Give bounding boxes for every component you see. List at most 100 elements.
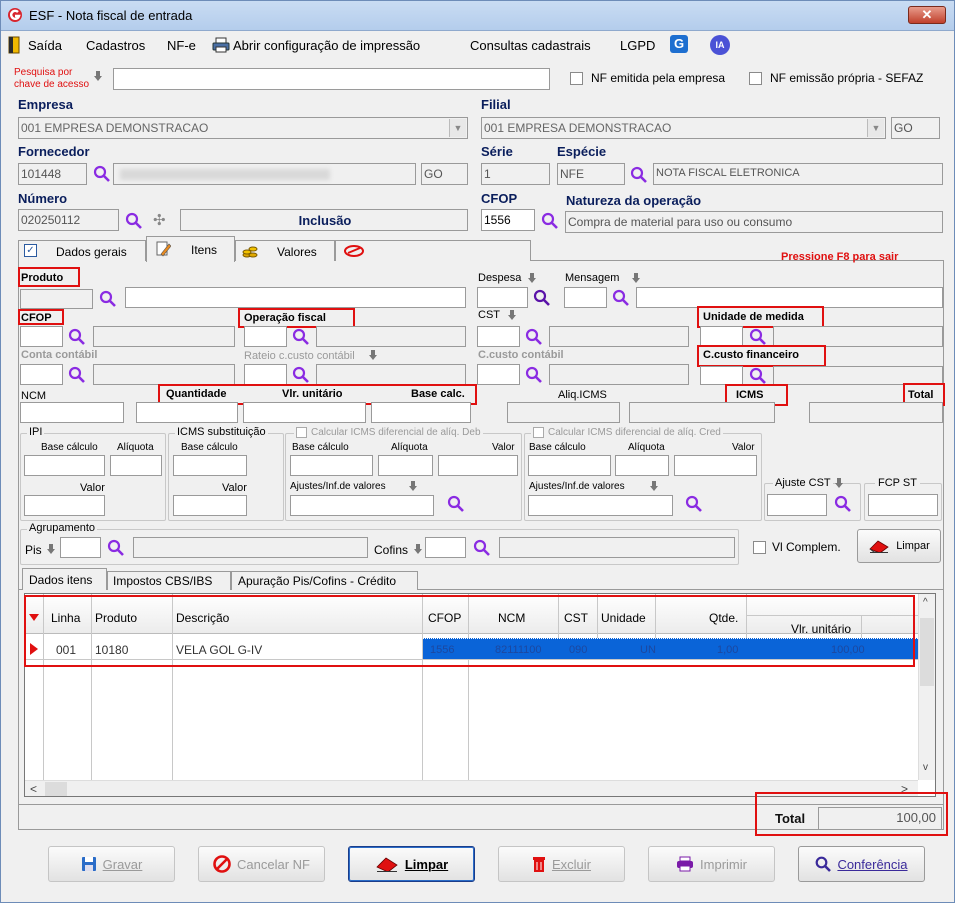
cfop-field[interactable]: 1556 (481, 209, 535, 231)
imprimir-button[interactable]: Imprimir (648, 846, 775, 882)
vertical-scrollbar[interactable]: ^ v (918, 594, 935, 780)
conta-contabil-field[interactable] (20, 364, 63, 385)
item-cfop-field[interactable] (20, 326, 63, 347)
difal-cred-aliq-field[interactable] (615, 455, 669, 476)
search-magnifier-icon[interactable] (447, 495, 465, 513)
search-magnifier-icon[interactable] (292, 366, 310, 384)
operacao-fiscal-field[interactable] (244, 326, 287, 347)
icms-st-base-field[interactable] (173, 455, 247, 476)
ccusto-financeiro-field[interactable] (700, 366, 743, 385)
unidade-field[interactable] (700, 326, 743, 347)
search-magnifier-icon[interactable] (525, 366, 543, 384)
quantidade-field[interactable] (136, 402, 238, 423)
tab-valores[interactable]: Valores (235, 240, 335, 261)
search-magnifier-icon[interactable] (834, 495, 852, 513)
scroll-down-icon[interactable]: v (923, 762, 928, 773)
chevron-down-icon[interactable]: ▼ (867, 119, 884, 137)
menu-nfe[interactable]: NF-e (167, 38, 196, 53)
ncm-field[interactable] (20, 402, 124, 423)
search-magnifier-icon[interactable] (68, 366, 86, 384)
cst-field[interactable] (477, 326, 520, 347)
subtab-impostos-cbs-ibs[interactable]: Impostos CBS/IBS (107, 571, 231, 590)
menu-lgpd[interactable]: LGPD (620, 38, 655, 53)
cancelar-nf-button[interactable]: Cancelar NF (198, 846, 325, 882)
pis-field[interactable] (60, 537, 101, 558)
nf-emitida-empresa-checkbox[interactable] (570, 72, 583, 85)
cofins-field[interactable] (425, 537, 466, 558)
close-button[interactable]: ✕ (908, 6, 946, 24)
ipi-valor-field[interactable] (24, 495, 105, 516)
difal-cred-valor-field[interactable] (674, 455, 757, 476)
search-magnifier-icon[interactable] (473, 539, 491, 557)
filial-select[interactable]: 001 EMPRESA DEMONSTRACAO ▼ (481, 117, 886, 139)
produto-desc-field[interactable] (125, 287, 466, 308)
difal-cred-checkbox[interactable] (533, 427, 544, 438)
scroll-thumb[interactable] (45, 782, 67, 796)
especie-code-field[interactable]: NFE (557, 163, 625, 185)
tab-extra[interactable] (335, 240, 531, 261)
menu-abrir-config-impressao[interactable]: Abrir configuração de impressão (233, 38, 420, 53)
limpar-item-button[interactable]: Limpar (857, 529, 941, 563)
rateio-field[interactable] (244, 364, 287, 385)
mensagem-code-field[interactable] (564, 287, 607, 308)
menu-saida[interactable]: Saída (28, 38, 62, 53)
ia-assistant-icon[interactable]: IA (710, 35, 730, 55)
difal-cred-base-field[interactable] (528, 455, 611, 476)
menu-consultas-cadastrais[interactable]: Consultas cadastrais (470, 38, 591, 53)
numero-field[interactable]: 020250112 (18, 209, 119, 231)
fornecedor-code-field[interactable]: 101448 (18, 163, 87, 185)
despesa-field[interactable] (477, 287, 528, 308)
serie-field[interactable]: 1 (481, 163, 550, 185)
search-magnifier-icon[interactable] (749, 328, 767, 346)
difal-deb-valor-field[interactable] (438, 455, 518, 476)
chevron-down-icon[interactable]: ▼ (449, 119, 466, 137)
search-magnifier-icon[interactable] (525, 328, 543, 346)
scroll-thumb[interactable] (920, 618, 934, 686)
difal-cred-ajustes-field[interactable] (528, 495, 673, 516)
menu-cadastros[interactable]: Cadastros (86, 38, 145, 53)
mensagem-desc-field[interactable] (636, 287, 943, 308)
ccusto-contabil-field[interactable] (477, 364, 520, 385)
icms-st-valor-field[interactable] (173, 495, 247, 516)
search-magnifier-icon[interactable] (685, 495, 703, 513)
subtab-apuracao-pis-cofins[interactable]: Apuração Pis/Cofins - Crédito (231, 571, 418, 590)
ajuste-cst-field[interactable] (767, 494, 827, 516)
excluir-button[interactable]: Excluir (498, 846, 625, 882)
limpar-button[interactable]: Limpar (348, 846, 475, 882)
difal-deb-ajustes-field[interactable] (290, 495, 434, 516)
subtab-dados-itens[interactable]: Dados itens (22, 568, 107, 590)
empresa-select[interactable]: 001 EMPRESA DEMONSTRACAO ▼ (18, 117, 468, 139)
ipi-base-field[interactable] (24, 455, 105, 476)
g-brand-icon[interactable]: G (670, 35, 688, 53)
tab-itens[interactable]: Itens (146, 236, 235, 262)
search-magnifier-icon[interactable] (99, 290, 117, 308)
search-magnifier-icon[interactable] (749, 367, 767, 385)
search-magnifier-icon[interactable] (612, 289, 630, 307)
ipi-aliq-field[interactable] (110, 455, 162, 476)
search-magnifier-icon[interactable] (533, 289, 551, 307)
vl-complem-checkbox[interactable] (753, 541, 766, 554)
plus-icon[interactable]: ✣ (153, 211, 166, 229)
search-magnifier-icon[interactable] (630, 166, 648, 184)
fcp-st-field[interactable] (868, 494, 938, 516)
search-magnifier-icon[interactable] (93, 165, 111, 183)
difal-deb-aliq-field[interactable] (378, 455, 433, 476)
produto-code-field[interactable] (20, 289, 93, 309)
search-magnifier-icon[interactable] (107, 539, 125, 557)
base-calc-field[interactable] (371, 402, 471, 423)
tab-dados-gerais[interactable]: ✓ Dados gerais (18, 240, 146, 261)
vlr-unitario-field[interactable] (243, 402, 366, 423)
gravar-button[interactable]: Gravar (48, 846, 175, 882)
search-magnifier-icon[interactable] (541, 212, 559, 230)
access-key-search-input[interactable] (113, 68, 550, 90)
icms-field (629, 402, 775, 423)
scroll-left-icon[interactable]: < (30, 782, 37, 796)
difal-deb-base-field[interactable] (290, 455, 373, 476)
search-magnifier-icon[interactable] (68, 328, 86, 346)
search-magnifier-icon[interactable] (292, 328, 310, 346)
search-magnifier-icon[interactable] (125, 212, 143, 230)
scroll-up-icon[interactable]: ^ (923, 597, 928, 608)
conferencia-button[interactable]: Conferência (798, 846, 925, 882)
difal-deb-checkbox[interactable] (296, 427, 307, 438)
nf-emissao-propria-checkbox[interactable] (749, 72, 762, 85)
